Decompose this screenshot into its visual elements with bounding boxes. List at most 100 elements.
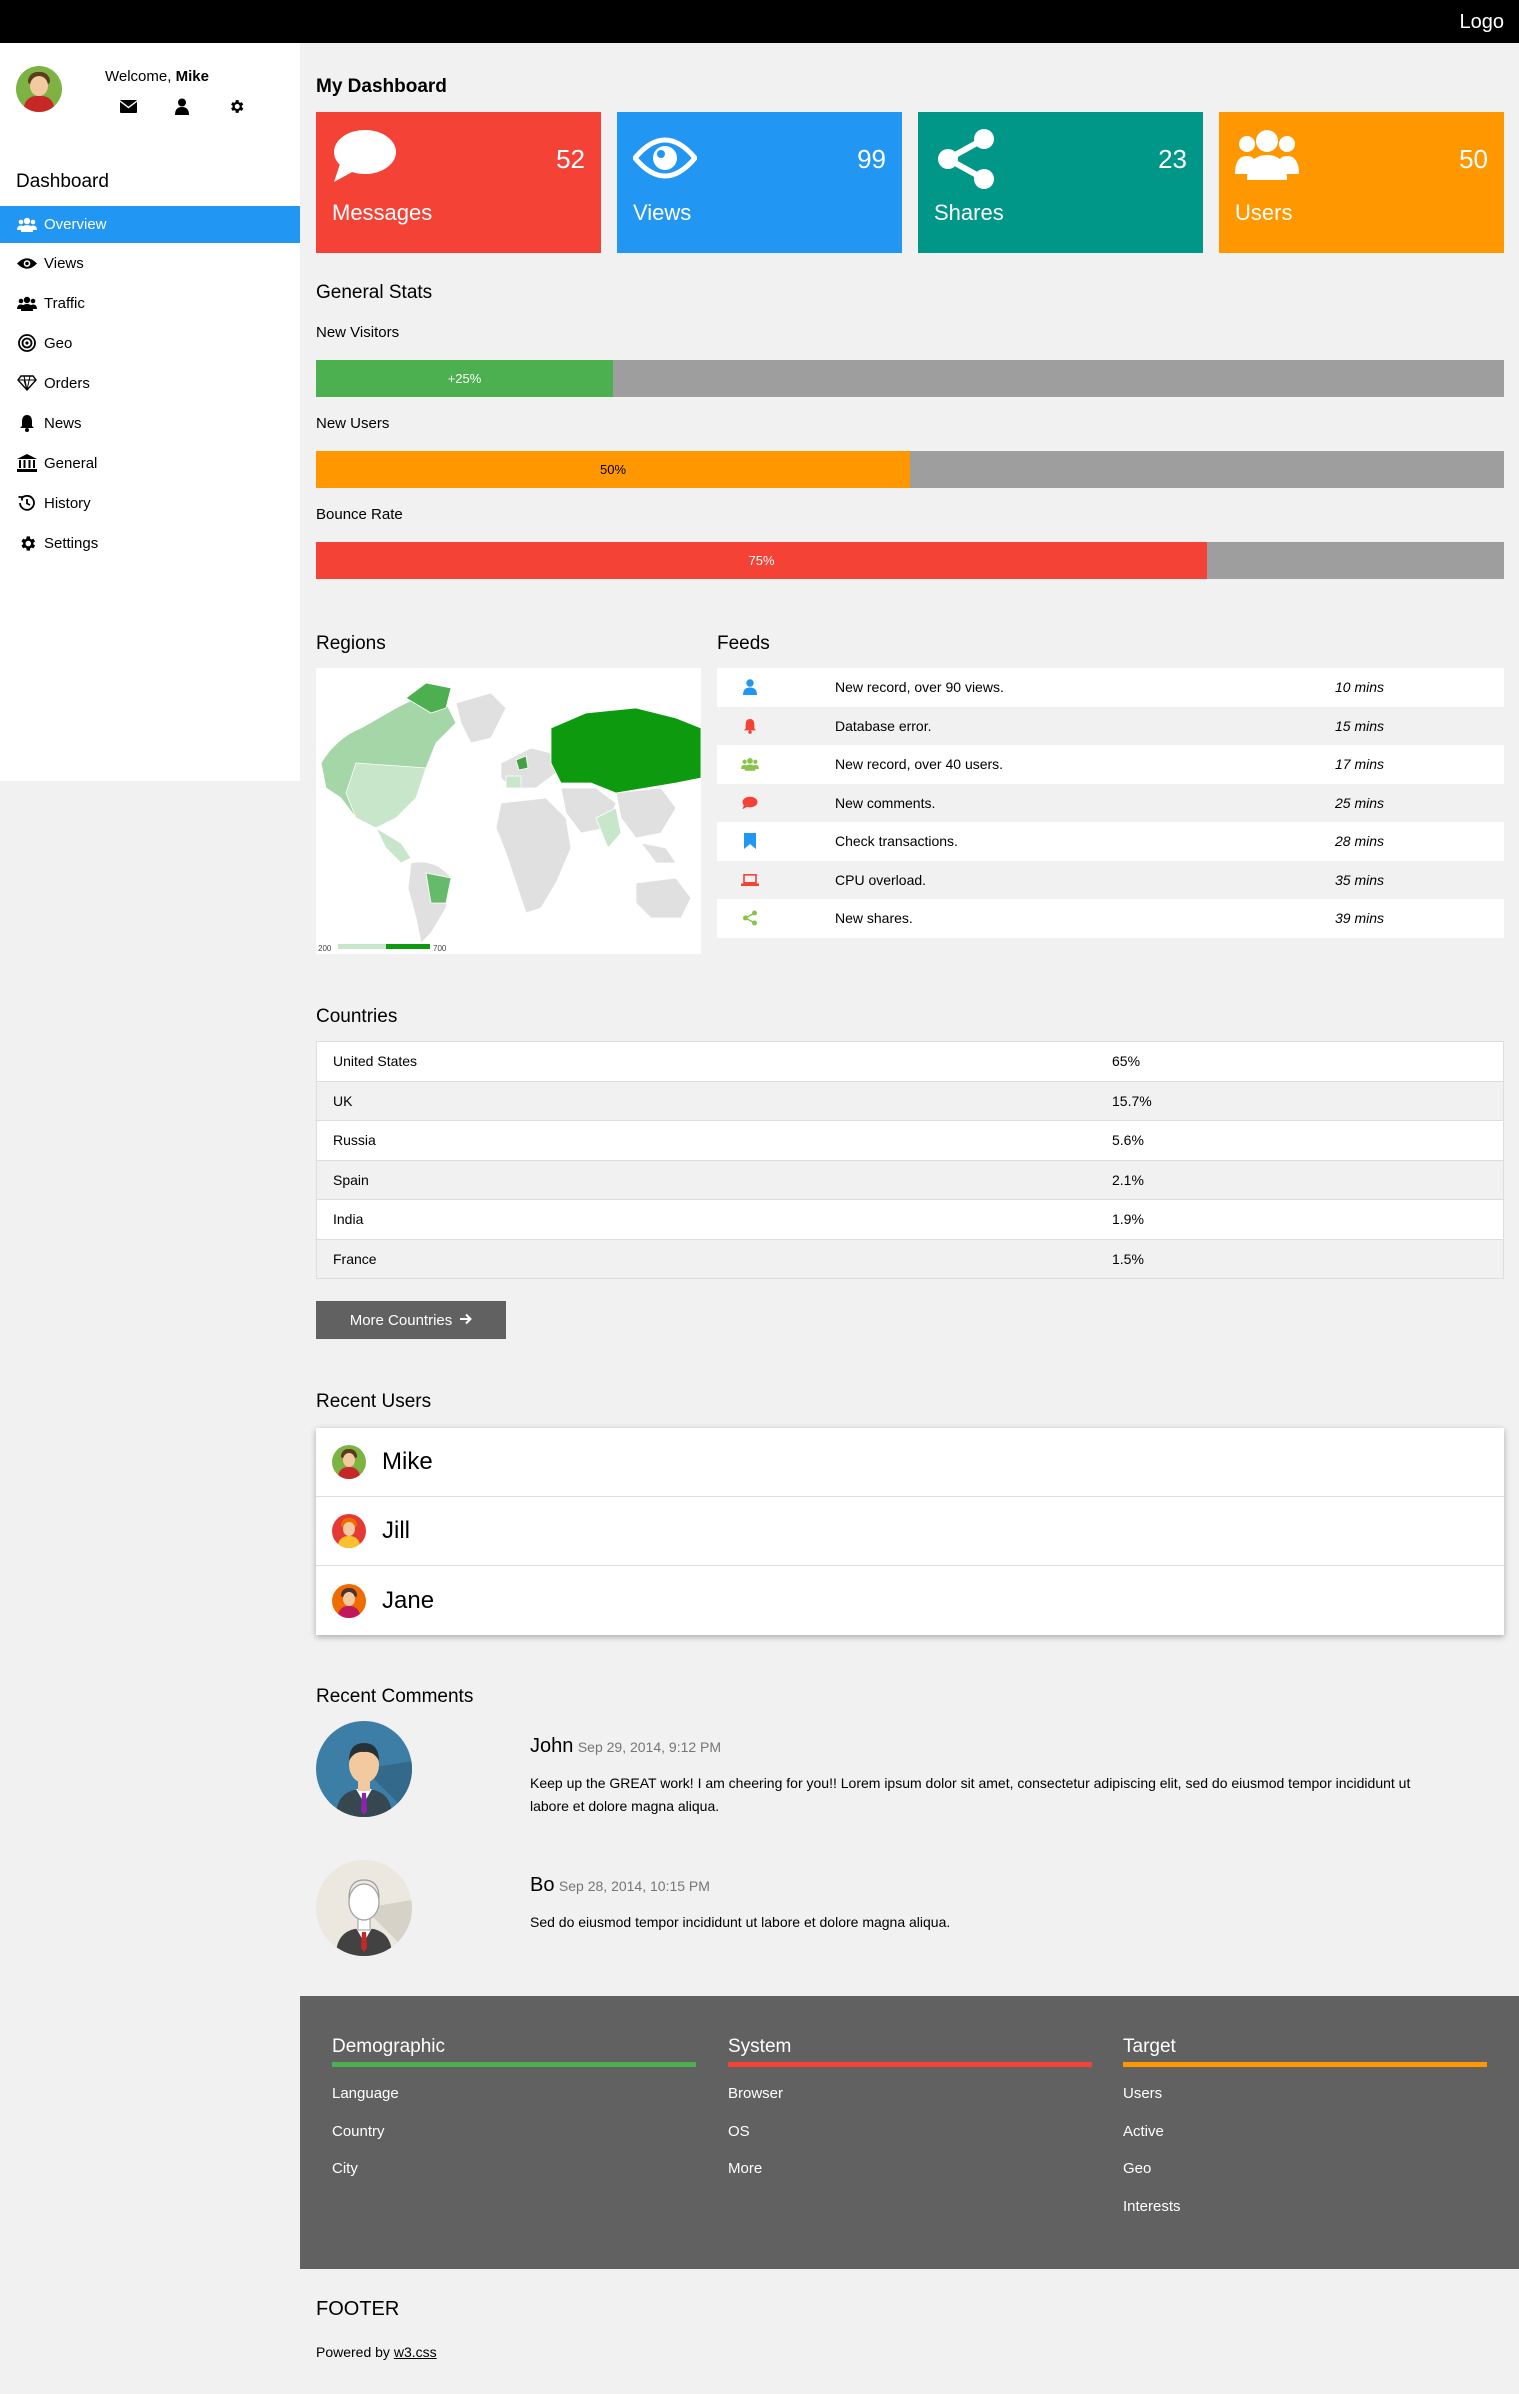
sidebar-item-orders[interactable]: Orders bbox=[0, 363, 300, 403]
feed-item[interactable]: New record, over 40 users. 17 mins bbox=[717, 745, 1504, 784]
comment-date: Sep 29, 2014, 9:12 PM bbox=[577, 1739, 722, 1755]
avatar[interactable] bbox=[16, 66, 62, 112]
feed-text: New shares. bbox=[835, 910, 913, 927]
eye-icon bbox=[16, 254, 38, 272]
footer-divider bbox=[332, 2062, 696, 2067]
feeds-title: Feeds bbox=[717, 633, 770, 654]
footer-link[interactable]: Country bbox=[332, 2123, 696, 2161]
user-icon[interactable] bbox=[173, 97, 191, 115]
footer-link[interactable]: Active bbox=[1123, 2123, 1487, 2161]
laptop-icon bbox=[725, 873, 775, 886]
comment-body: John Sep 29, 2014, 9:12 PM Keep up the G… bbox=[530, 1735, 1450, 1818]
eye-icon bbox=[631, 128, 703, 188]
footer-divider bbox=[1123, 2062, 1487, 2067]
footer-link[interactable]: City bbox=[332, 2160, 696, 2198]
comment-text: Sed do eiusmod tempor incididunt ut labo… bbox=[530, 1914, 951, 1930]
feeds-list: New record, over 90 views. 10 mins Datab… bbox=[717, 668, 1504, 938]
stat-cards: 52 Messages 99 Views 23 Shares 50 Users bbox=[316, 112, 1504, 253]
list-item[interactable]: Jill bbox=[316, 1497, 1504, 1566]
sidebar-item-label: Overview bbox=[44, 216, 107, 233]
feed-item[interactable]: New shares. 39 mins bbox=[717, 899, 1504, 938]
feed-time: 17 mins bbox=[1335, 756, 1385, 773]
footer-link[interactable]: Users bbox=[1123, 2085, 1487, 2123]
sidebar-item-general[interactable]: General bbox=[0, 443, 300, 483]
comment-text: Keep up the GREAT work! I am cheering fo… bbox=[530, 1775, 1411, 1814]
envelope-icon[interactable] bbox=[119, 97, 137, 115]
sidebar-item-news[interactable]: News bbox=[0, 403, 300, 443]
card-views[interactable]: 99 Views bbox=[617, 112, 902, 253]
footer-link[interactable]: Interests bbox=[1123, 2198, 1487, 2236]
country-name: France bbox=[333, 1250, 377, 1267]
sidebar-item-history[interactable]: History bbox=[0, 483, 300, 523]
country-value: 2.1% bbox=[1112, 1171, 1144, 1188]
sidebar-item-settings[interactable]: Settings bbox=[0, 523, 300, 563]
card-users[interactable]: 50 Users bbox=[1219, 112, 1504, 253]
card-label: Messages bbox=[332, 200, 433, 225]
country-name: United States bbox=[333, 1053, 418, 1070]
powered-by: Powered by w3.css bbox=[316, 2344, 437, 2360]
welcome-prefix: Welcome, bbox=[105, 68, 176, 85]
sidebar-item-overview[interactable]: Overview bbox=[0, 206, 300, 243]
more-countries-button[interactable]: More Countries bbox=[316, 1301, 506, 1339]
countries-table: United States 65% UK 15.7% Russia 5.6% Spai… bbox=[316, 1041, 1504, 1279]
users-icon bbox=[16, 294, 38, 312]
stat-label: New Visitors bbox=[316, 324, 400, 341]
country-name: Spain bbox=[333, 1171, 369, 1188]
footer-column-title: System bbox=[728, 2036, 792, 2057]
feed-time: 35 mins bbox=[1335, 871, 1385, 888]
table-row: United States 65% bbox=[317, 1042, 1503, 1082]
table-row: Russia 5.6% bbox=[317, 1121, 1503, 1161]
comment-icon bbox=[332, 128, 402, 188]
card-label: Views bbox=[633, 200, 692, 225]
sidebar-item-label: News bbox=[44, 414, 82, 432]
footer-link[interactable]: Geo bbox=[1123, 2160, 1487, 2198]
welcome-text: Welcome, Mike bbox=[105, 68, 209, 85]
feed-item[interactable]: Check transactions. 28 mins bbox=[717, 822, 1504, 861]
footer-link[interactable]: More bbox=[728, 2160, 1092, 2198]
sidebar-title: Dashboard bbox=[16, 171, 109, 192]
regions-map[interactable]: 200 700 bbox=[316, 668, 701, 954]
sidebar-item-label: Traffic bbox=[44, 294, 85, 312]
map-legend-min: 200 bbox=[318, 944, 332, 953]
sidebar-item-geo[interactable]: Geo bbox=[0, 323, 300, 363]
cog-icon bbox=[16, 534, 38, 552]
user-icon bbox=[725, 679, 775, 696]
feed-item[interactable]: CPU overload. 35 mins bbox=[717, 861, 1504, 900]
footer-column-demographic: Demographic Language Country City bbox=[332, 2036, 696, 2198]
feed-item[interactable]: New record, over 90 views. 10 mins bbox=[717, 668, 1504, 707]
card-label: Users bbox=[1235, 200, 1293, 225]
country-name: UK bbox=[333, 1092, 353, 1109]
card-value: 50 bbox=[1459, 144, 1488, 174]
card-label: Shares bbox=[934, 200, 1004, 225]
progress-fill: 50% bbox=[316, 451, 910, 488]
list-item[interactable]: Mike bbox=[316, 1428, 1504, 1497]
sidebar-item-views[interactable]: Views bbox=[0, 243, 300, 283]
w3css-link[interactable]: w3.css bbox=[394, 2344, 437, 2360]
progress-bar-bounce-rate: 75% bbox=[316, 542, 1504, 579]
footer-divider bbox=[728, 2062, 1092, 2067]
share-icon bbox=[934, 128, 1004, 189]
sidebar-item-traffic[interactable]: Traffic bbox=[0, 283, 300, 323]
sidebar-quick-icons bbox=[119, 97, 245, 115]
feed-item[interactable]: Database error. 15 mins bbox=[717, 707, 1504, 746]
country-name: India bbox=[333, 1211, 364, 1228]
cog-icon[interactable] bbox=[227, 97, 245, 115]
logo[interactable]: Logo bbox=[1460, 11, 1505, 34]
footer-link[interactable]: OS bbox=[728, 2123, 1092, 2161]
sidebar-item-label: Geo bbox=[44, 334, 73, 352]
card-shares[interactable]: 23 Shares bbox=[918, 112, 1203, 253]
progress-bar-new-users: 50% bbox=[316, 451, 1504, 488]
recent-comments-title: Recent Comments bbox=[316, 1686, 474, 1707]
footer-link[interactable]: Language bbox=[332, 2085, 696, 2123]
user-name: Mike bbox=[382, 1448, 433, 1475]
card-messages[interactable]: 52 Messages bbox=[316, 112, 601, 253]
progress-text: 50% bbox=[599, 462, 627, 477]
comment-author: John bbox=[530, 1735, 574, 1757]
progress-text: 75% bbox=[748, 553, 775, 568]
list-item[interactable]: Jane bbox=[316, 1566, 1504, 1635]
country-name: Russia bbox=[333, 1132, 376, 1149]
feed-item[interactable]: New comments. 25 mins bbox=[717, 784, 1504, 823]
bookmark-icon bbox=[725, 833, 775, 850]
page-title: My Dashboard bbox=[316, 76, 447, 97]
footer-link[interactable]: Browser bbox=[728, 2085, 1092, 2123]
